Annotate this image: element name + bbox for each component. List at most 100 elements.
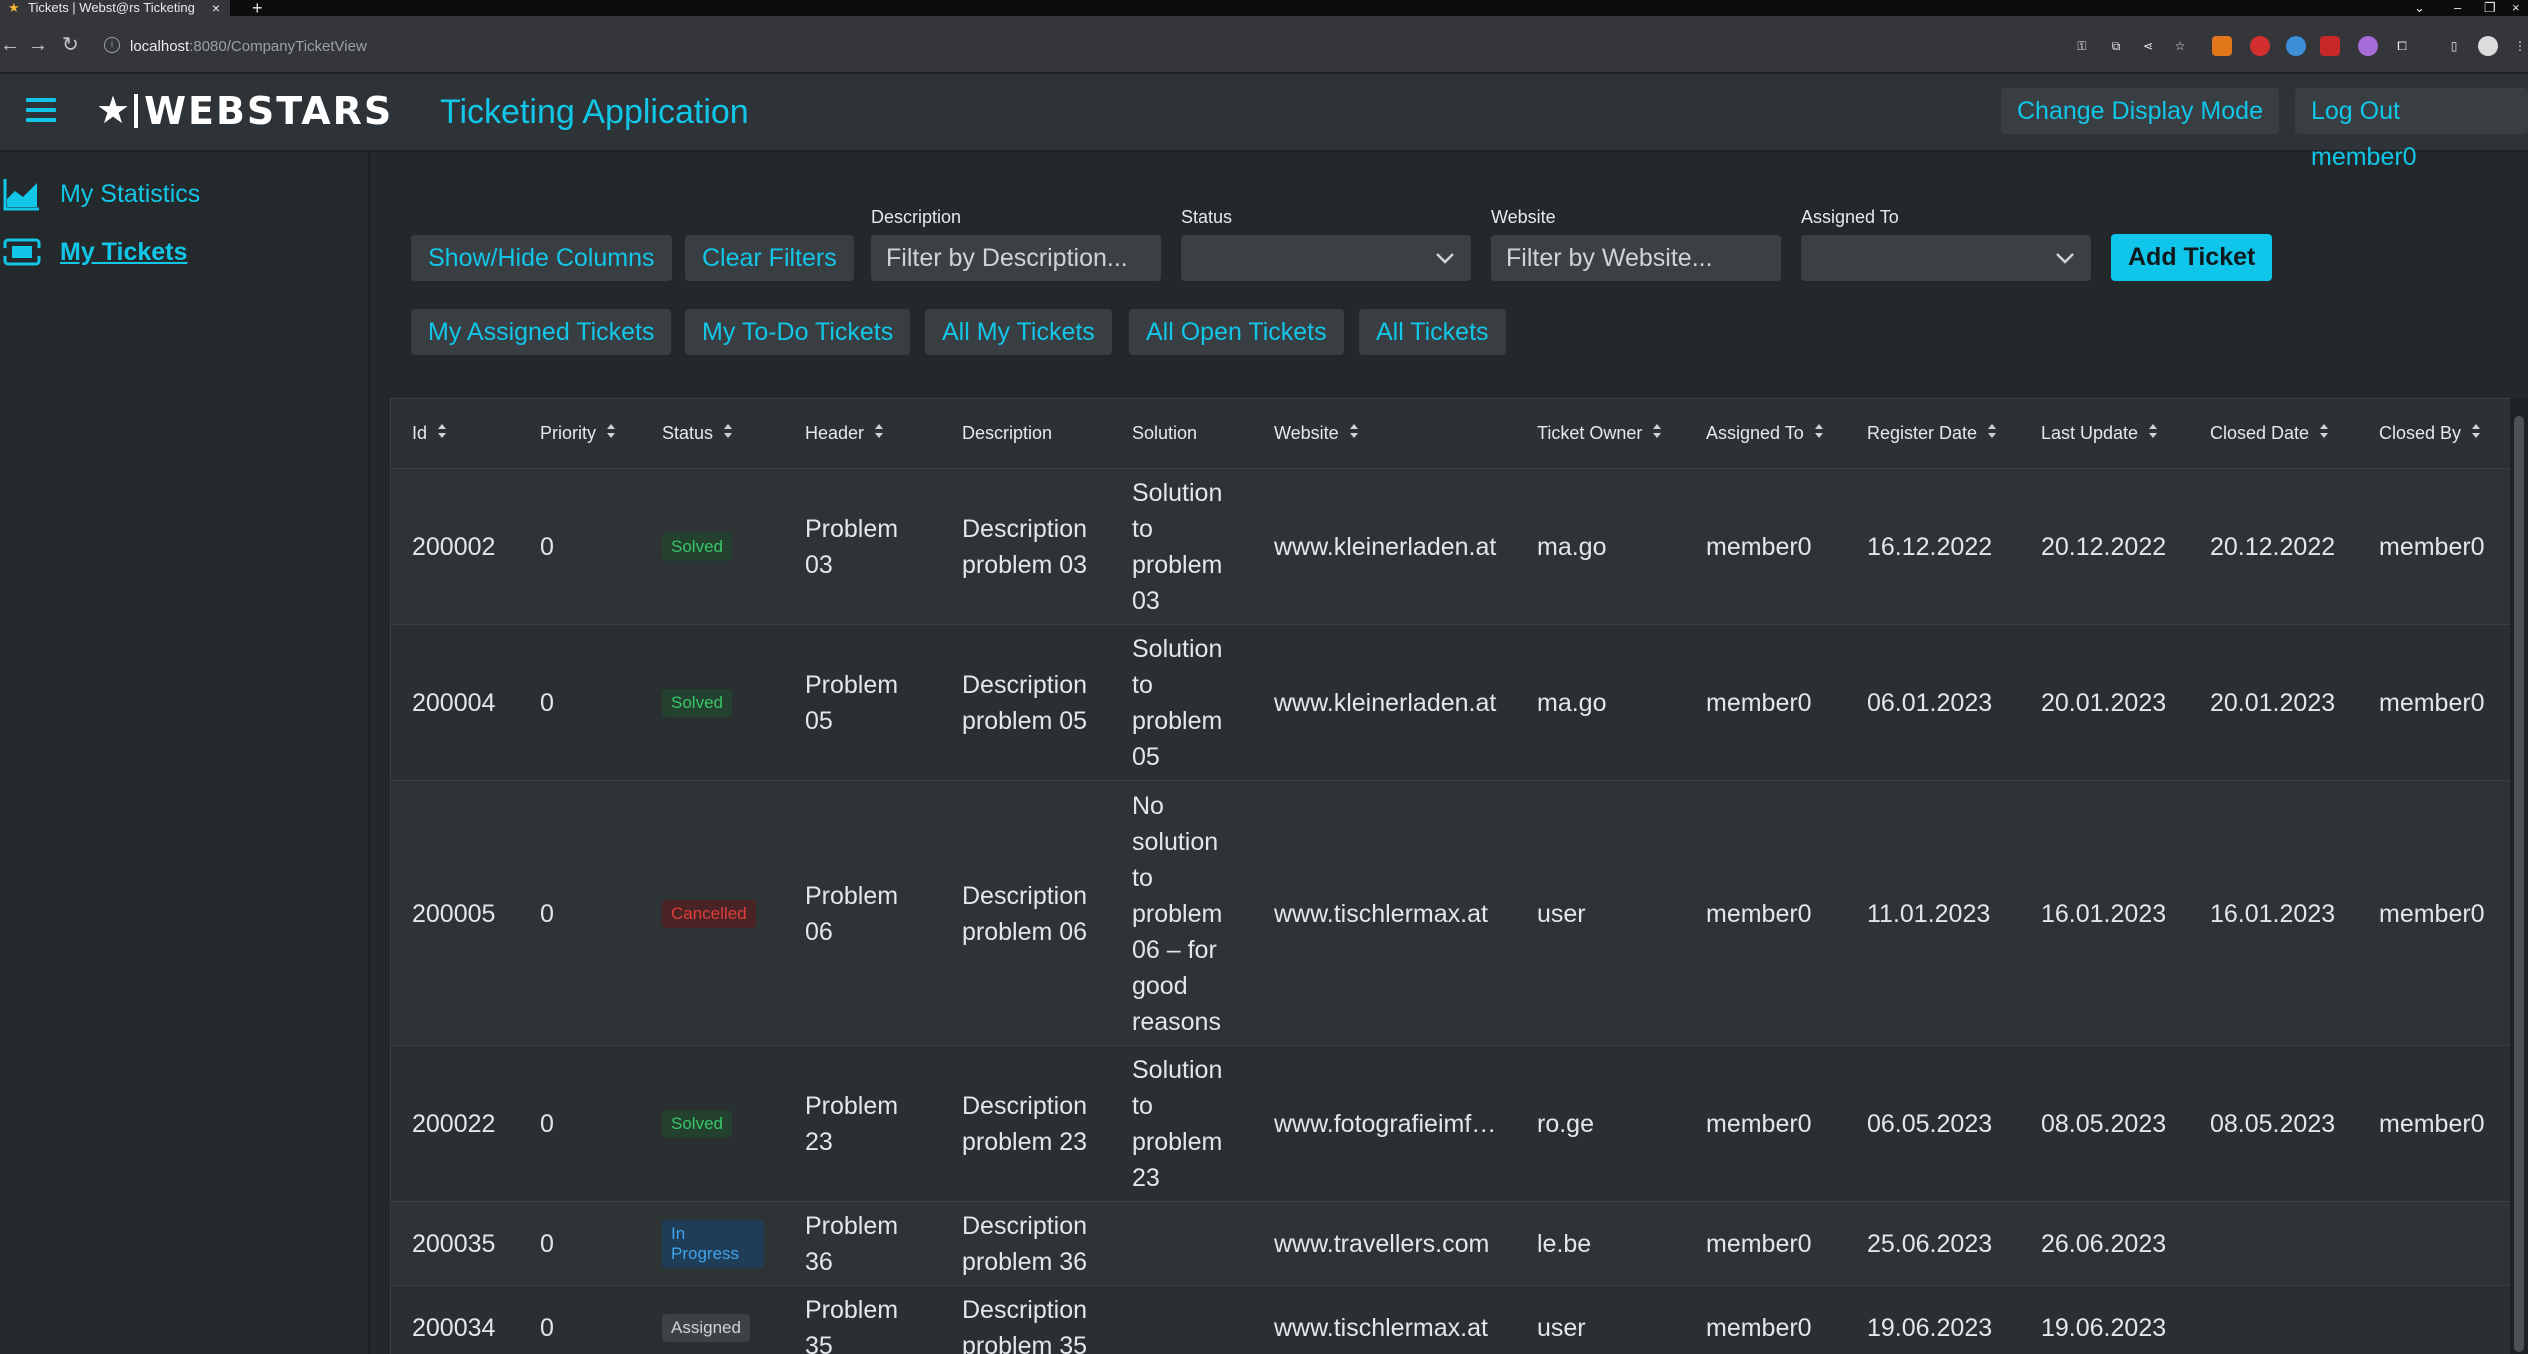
adblock-extension-icon[interactable] <box>2250 36 2270 56</box>
my-assigned-tickets-button[interactable]: My Assigned Tickets <box>411 309 672 355</box>
cell-id: 200004 <box>412 685 495 721</box>
cell-description: Description problem 05 <box>962 667 1087 739</box>
extension-badge-icon[interactable] <box>2358 36 2378 56</box>
key-icon[interactable]: ⚿ <box>2072 36 2092 56</box>
sort-icon[interactable] <box>2471 423 2481 444</box>
metamask-extension-icon[interactable] <box>2212 36 2232 56</box>
tab-favicon-icon: ★ <box>8 0 20 15</box>
column-header-header[interactable]: Header <box>805 423 884 444</box>
all-my-tickets-button[interactable]: All My Tickets <box>925 309 1112 355</box>
sidebar-item-my-tickets[interactable]: My Tickets <box>0 232 187 272</box>
sort-icon[interactable] <box>606 423 616 444</box>
sort-icon[interactable] <box>2148 423 2158 444</box>
profile-avatar-icon[interactable] <box>2478 36 2498 56</box>
column-header-assigned-to[interactable]: Assigned To <box>1706 423 1824 444</box>
hamburger-menu-icon[interactable] <box>26 98 56 122</box>
scrollbar-thumb[interactable] <box>2514 416 2524 1352</box>
minimize-icon[interactable]: – <box>2454 0 2461 16</box>
table-row[interactable]: 200002 0 Solved Problem 03 Description problem… <box>391 469 2510 625</box>
url-path: :8080/CompanyTicketView <box>189 38 367 55</box>
cell-description-line: Description <box>962 515 1088 543</box>
cell-solution-line: problem <box>1132 1128 1223 1156</box>
sort-icon[interactable] <box>874 423 884 444</box>
column-header-last-update[interactable]: Last Update <box>2041 423 2158 444</box>
open-in-app-icon[interactable]: ⧉ <box>2106 36 2126 56</box>
table-row[interactable]: 200005 0 Cancelled Problem 06 Description prob… <box>391 781 2510 1046</box>
sort-icon[interactable] <box>2319 423 2329 444</box>
mcafee-extension-icon[interactable] <box>2320 36 2340 56</box>
column-header-id[interactable]: Id <box>412 423 447 444</box>
extension-icon[interactable] <box>2286 36 2306 56</box>
cell-website-line: www.tischlermax.at <box>1274 1314 1488 1342</box>
cell-description-line: problem 05 <box>962 707 1088 735</box>
column-header-label: Register Date <box>1867 423 1978 443</box>
all-tickets-button[interactable]: All Tickets <box>1359 309 1506 355</box>
table-row[interactable]: 200022 0 Solved Problem 23 Description problem… <box>391 1046 2510 1202</box>
clear-filters-button[interactable]: Clear Filters <box>685 235 854 281</box>
website-filter-input[interactable]: Filter by Website... <box>1491 235 1781 281</box>
description-filter-label: Description <box>871 207 962 227</box>
cell-ticket-owner-line: user <box>1537 1314 1586 1342</box>
table-row[interactable]: 200034 0 Assigned Problem 35 Description probl… <box>391 1286 2510 1354</box>
add-ticket-button[interactable]: Add Ticket <box>2111 234 2273 281</box>
side-panel-icon[interactable]: ▯ <box>2444 36 2464 56</box>
sort-icon[interactable] <box>1987 423 1997 444</box>
sort-icon[interactable] <box>1814 423 1824 444</box>
bookmark-star-icon[interactable]: ☆ <box>2170 36 2190 56</box>
cell-description-line: Description <box>962 1092 1088 1120</box>
tab-close-icon[interactable]: × <box>206 0 226 16</box>
status-filter-select[interactable] <box>1181 235 1471 281</box>
table-row[interactable]: 200004 0 Solved Problem 05 Description problem… <box>391 625 2510 781</box>
cell-closed-date: 20.01.2023 <box>2210 685 2335 721</box>
back-icon[interactable]: ← <box>0 32 20 58</box>
cell-id-line: 200022 <box>412 1110 496 1138</box>
new-tab-icon[interactable]: + <box>252 0 263 17</box>
table-scrollbar[interactable] <box>2510 398 2528 1354</box>
change-display-mode-button[interactable]: Change Display Mode <box>2001 88 2279 134</box>
cell-header-line: Problem <box>805 1212 899 1240</box>
forward-icon[interactable]: → <box>28 32 48 58</box>
cell-website-line: www.fotografieimf… <box>1274 1110 1497 1138</box>
sort-icon[interactable] <box>1652 423 1662 444</box>
puzzle-extensions-icon[interactable]: ⧠ <box>2392 36 2412 56</box>
cell-closed-by: member0 <box>2379 529 2485 565</box>
reload-icon[interactable]: ↻ <box>62 32 79 58</box>
column-header-ticket-owner[interactable]: Ticket Owner <box>1537 423 1662 444</box>
my-todo-tickets-button[interactable]: My To-Do Tickets <box>685 309 911 355</box>
show-hide-columns-button[interactable]: Show/Hide Columns <box>411 235 672 281</box>
column-header-priority[interactable]: Priority <box>540 423 616 444</box>
column-header-register-date[interactable]: Register Date <box>1867 423 1997 444</box>
close-window-icon[interactable]: × <box>2512 0 2520 16</box>
sidebar-item-my-statistics[interactable]: My Statistics <box>0 174 200 214</box>
cell-closed-date: 20.12.2022 <box>2210 529 2335 565</box>
column-header-description: Description <box>962 423 1052 444</box>
assigned-to-filter-select[interactable] <box>1801 235 2091 281</box>
address-bar[interactable]: localhost:8080/CompanyTicketView <box>130 38 367 56</box>
share-icon[interactable]: ⋖ <box>2138 36 2158 56</box>
all-open-tickets-button[interactable]: All Open Tickets <box>1129 309 1344 355</box>
cell-id-line: 200002 <box>412 533 496 561</box>
cell-priority-line: 0 <box>540 900 554 928</box>
sort-icon[interactable] <box>1349 423 1359 444</box>
description-filter-input[interactable]: Filter by Description... <box>871 235 1161 281</box>
column-header-website[interactable]: Website <box>1274 423 1359 444</box>
browser-menu-icon[interactable]: ⋮ <box>2510 36 2528 56</box>
cell-description-line: Description <box>962 1296 1088 1324</box>
table-row[interactable]: 200035 0 In Progress Problem 36 Description pr… <box>391 1202 2510 1286</box>
browser-tab[interactable]: ★ Tickets | Webst@rs Ticketing × <box>0 0 230 16</box>
cell-description-line: problem 36 <box>962 1248 1088 1276</box>
cell-website: www.tischlermax.at <box>1274 896 1488 932</box>
logout-button[interactable]: Log Out member0 <box>2295 88 2528 171</box>
restore-icon[interactable]: ❐ <box>2484 0 2496 16</box>
sort-icon[interactable] <box>723 423 733 444</box>
column-header-closed-by[interactable]: Closed By <box>2379 423 2481 444</box>
sidebar-item-label: My Tickets <box>60 237 188 266</box>
column-header-closed-date[interactable]: Closed Date <box>2210 423 2329 444</box>
site-info-icon[interactable]: i <box>104 37 120 53</box>
cell-solution: Solution to problem 05 <box>1132 631 1222 775</box>
tab-search-icon[interactable]: ⌄ <box>2414 0 2425 16</box>
column-header-label: Id <box>412 423 428 443</box>
column-header-status[interactable]: Status <box>662 423 733 444</box>
sort-icon[interactable] <box>437 423 447 444</box>
status-badge: In Progress <box>662 1220 764 1268</box>
